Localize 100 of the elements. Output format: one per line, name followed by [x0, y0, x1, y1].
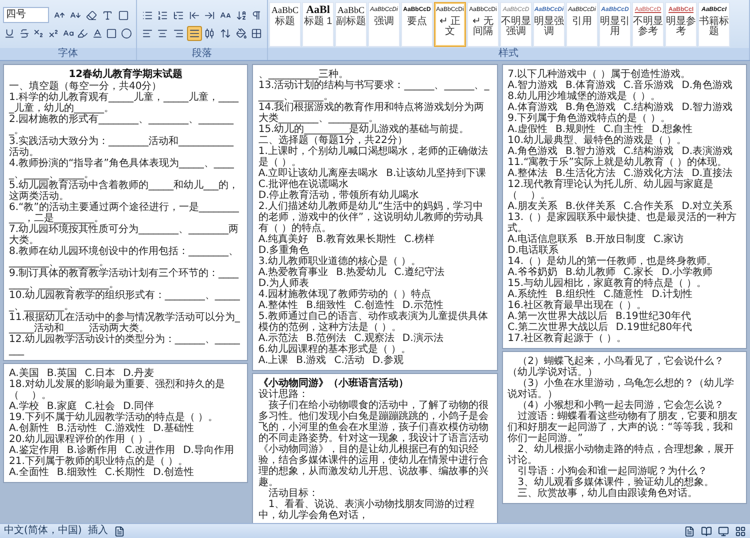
style-option[interactable]: AaBl 标题 1: [302, 2, 334, 47]
section-heading: 《小动物同游》（小班语言活动）: [258, 378, 410, 389]
question-text: 11.根据幼儿在活动中的参与情况教学活动可以分为______活动和_____活动两大类。: [9, 312, 241, 334]
type-icon: [102, 10, 113, 20]
document-icon[interactable]: [114, 526, 125, 536]
question-text: 3.实践活动大致分为：________活动和___________活动。: [9, 136, 235, 158]
paint-bucket-icon: [236, 28, 247, 38]
align-right-icon: [173, 28, 184, 38]
font-size-field[interactable]: 四号: [3, 7, 49, 23]
answer-option: B.伙伴关系: [566, 201, 616, 212]
style-option[interactable]: AaBbC 副标题: [335, 2, 367, 47]
answer-option: A.角色游戏: [508, 146, 558, 157]
circle-icon: [120, 28, 132, 39]
group-label: 样式: [268, 48, 749, 60]
answer-option: D.对立关系: [682, 201, 733, 212]
question-text: 17.社区教育起源于（ ）。: [508, 333, 628, 344]
answer-option: A.示范法: [258, 333, 298, 344]
underline-icon: [4, 28, 16, 39]
numbered-list-icon: [157, 10, 168, 20]
question-text: 8.教师在幼儿园环境创设中的作用包括：________、________、________。: [9, 246, 240, 268]
answer-option: C.遵纪守法: [394, 267, 444, 278]
subscript-icon: [33, 28, 44, 39]
answer-option: B.让该幼儿坚持到下课: [386, 168, 486, 179]
paragraph: 1、看看、说说、表演小动物找朋友同游的过程中，幼儿学会角色对话，: [258, 499, 476, 521]
answer-option: D.19世纪80年代: [616, 322, 692, 333]
answer-option: D.电话联系: [508, 245, 559, 256]
answer-option: A.上课: [258, 355, 288, 366]
answer-option: C.社会: [84, 401, 116, 412]
answer-option: B.生活化方法: [556, 168, 616, 179]
highlighter-icon: [77, 28, 88, 39]
shading-square-button[interactable]: [104, 26, 118, 41]
answer-option: A.朋友关系: [508, 201, 558, 212]
question-text: 5.幼儿园教育活动中含着教师的_____和幼儿___的，这两类活动。: [9, 180, 240, 202]
question-text: 8.幼儿用沙堆城堡的游戏是（ ）。: [508, 91, 662, 102]
align-center-icon: [157, 28, 168, 38]
answer-option: C.榜样: [404, 234, 434, 245]
border-square-icon: [118, 10, 129, 20]
reading-view-icon[interactable]: [701, 526, 712, 536]
answer-option: B.组织性: [556, 289, 596, 300]
question-text: 、__________三种。: [258, 69, 348, 80]
increase-indent-icon: [204, 10, 216, 20]
question-text: 12.现代教育理论认为托儿所、幼儿园与家庭是（ ）。: [508, 179, 714, 201]
question-text: 9.下列属于角色游戏特点的是（ ）。: [508, 113, 670, 124]
answer-option: B.细致性: [56, 467, 97, 478]
answer-option: A.热爱教育事业: [258, 267, 328, 278]
answer-option: B.幼儿教师: [566, 267, 616, 278]
answer-option: A.立即让该幼儿离座去喝水: [258, 168, 378, 179]
question-text: 15.幼儿的_________是幼儿游戏的基础与前提。: [258, 124, 470, 135]
answer-option: B.活动性: [56, 423, 97, 434]
strikethrough-icon: [18, 28, 30, 39]
paragraph: 2、幼儿根据小动物走路的特点，合理想象，展开讨论。: [508, 444, 736, 466]
answer-option: C.长期性: [104, 467, 146, 478]
answer-option: C.家长: [624, 267, 654, 278]
question-text: 7.幼儿园环境按其性质可分为________、________两大类。: [9, 224, 240, 246]
answer-option: D.直接法: [692, 168, 733, 179]
answer-option: A.美国: [9, 368, 39, 379]
answer-option: C.改进作用: [124, 445, 176, 456]
insert-mode-status[interactable]: 插入: [88, 525, 108, 537]
question-text: 9.制订具体的教育教学活动计划有三个环节的：________、______、______。: [9, 268, 240, 290]
answer-option: C.自主性: [604, 124, 644, 135]
question-text: 20.幼儿园课程评价的作用（ ）。: [9, 434, 160, 445]
paragraph: 活动目标：: [267, 488, 320, 499]
paragraph: （2）蝴蝶飞起来，小鸟看见了，它会说什么？（幼儿学说对话。）: [508, 356, 724, 378]
answer-option: A.全面性: [9, 467, 49, 478]
question-text: 一、填空题（每空一分，共40分）: [9, 81, 163, 92]
question-text: 1.上课时，个别幼儿喊口渴想喝水，老师的正确做法是（ ）。: [258, 146, 489, 168]
answer-option: A.学校: [9, 401, 39, 412]
question-text: 14.我们根据游戏的教育作用和特点将游戏划分为两大类________、________。: [258, 102, 486, 124]
web-layout-icon[interactable]: [718, 526, 729, 536]
question-text: 18.对幼儿发展的影响最为重要、强烈和持久的是（ ）。: [9, 379, 226, 401]
answer-option: A.创新性: [9, 423, 49, 434]
text-size-icon: [220, 10, 231, 20]
group-label: 字体: [0, 48, 136, 60]
answer-option: C.第二次世界大战以后: [508, 322, 608, 333]
question-text: 4.教师扮演的“指导者”角色具体表现为_____、_____、_____、_____。: [9, 158, 235, 180]
answer-option: C.家访: [654, 234, 684, 245]
style-option[interactable]: AaBbC 标题: [269, 2, 301, 47]
paragraph: （3）小鱼在水里游动，乌龟怎么想的？（幼儿学说对话。）: [508, 378, 736, 400]
answer-option: A.爷爷奶奶: [508, 267, 558, 278]
question-text: 7.以下几种游戏中（ ）属于创造性游戏。: [508, 69, 692, 80]
language-status[interactable]: 中文(简体，中国): [4, 525, 82, 537]
paint-bucket-button[interactable]: [234, 26, 248, 40]
question-text: 12.幼儿园教学活动设计的类型分为：______、________: [9, 334, 241, 356]
multilevel-list-icon: [173, 10, 184, 20]
outline-icon[interactable]: [735, 526, 746, 536]
answer-option: B.范例法: [306, 333, 346, 344]
answer-option: A.鉴定作用: [9, 445, 59, 456]
answer-option: C.游戏化方法: [624, 168, 684, 179]
answer-option: D.丹麦: [123, 368, 154, 379]
answer-option: B.英国: [46, 368, 77, 379]
decrease-indent-icon: [188, 10, 200, 20]
print-layout-icon[interactable]: [684, 526, 695, 536]
justify-button[interactable]: [186, 26, 202, 40]
answer-option: D.角色游戏: [682, 80, 733, 91]
answer-option: B.角色游戏: [566, 102, 616, 113]
question-text: 设计思路：: [258, 389, 310, 400]
answer-option: D.停止教育活动，带领所有幼儿喝水: [258, 190, 420, 201]
question-text: 13.（ ）是家园联系中最快捷、也是最灵活的一种方式。: [508, 212, 738, 234]
circle-button[interactable]: [120, 26, 134, 41]
question-text: 13.活动计划的结构与书写要求：______、______、______、______。: [258, 80, 490, 102]
